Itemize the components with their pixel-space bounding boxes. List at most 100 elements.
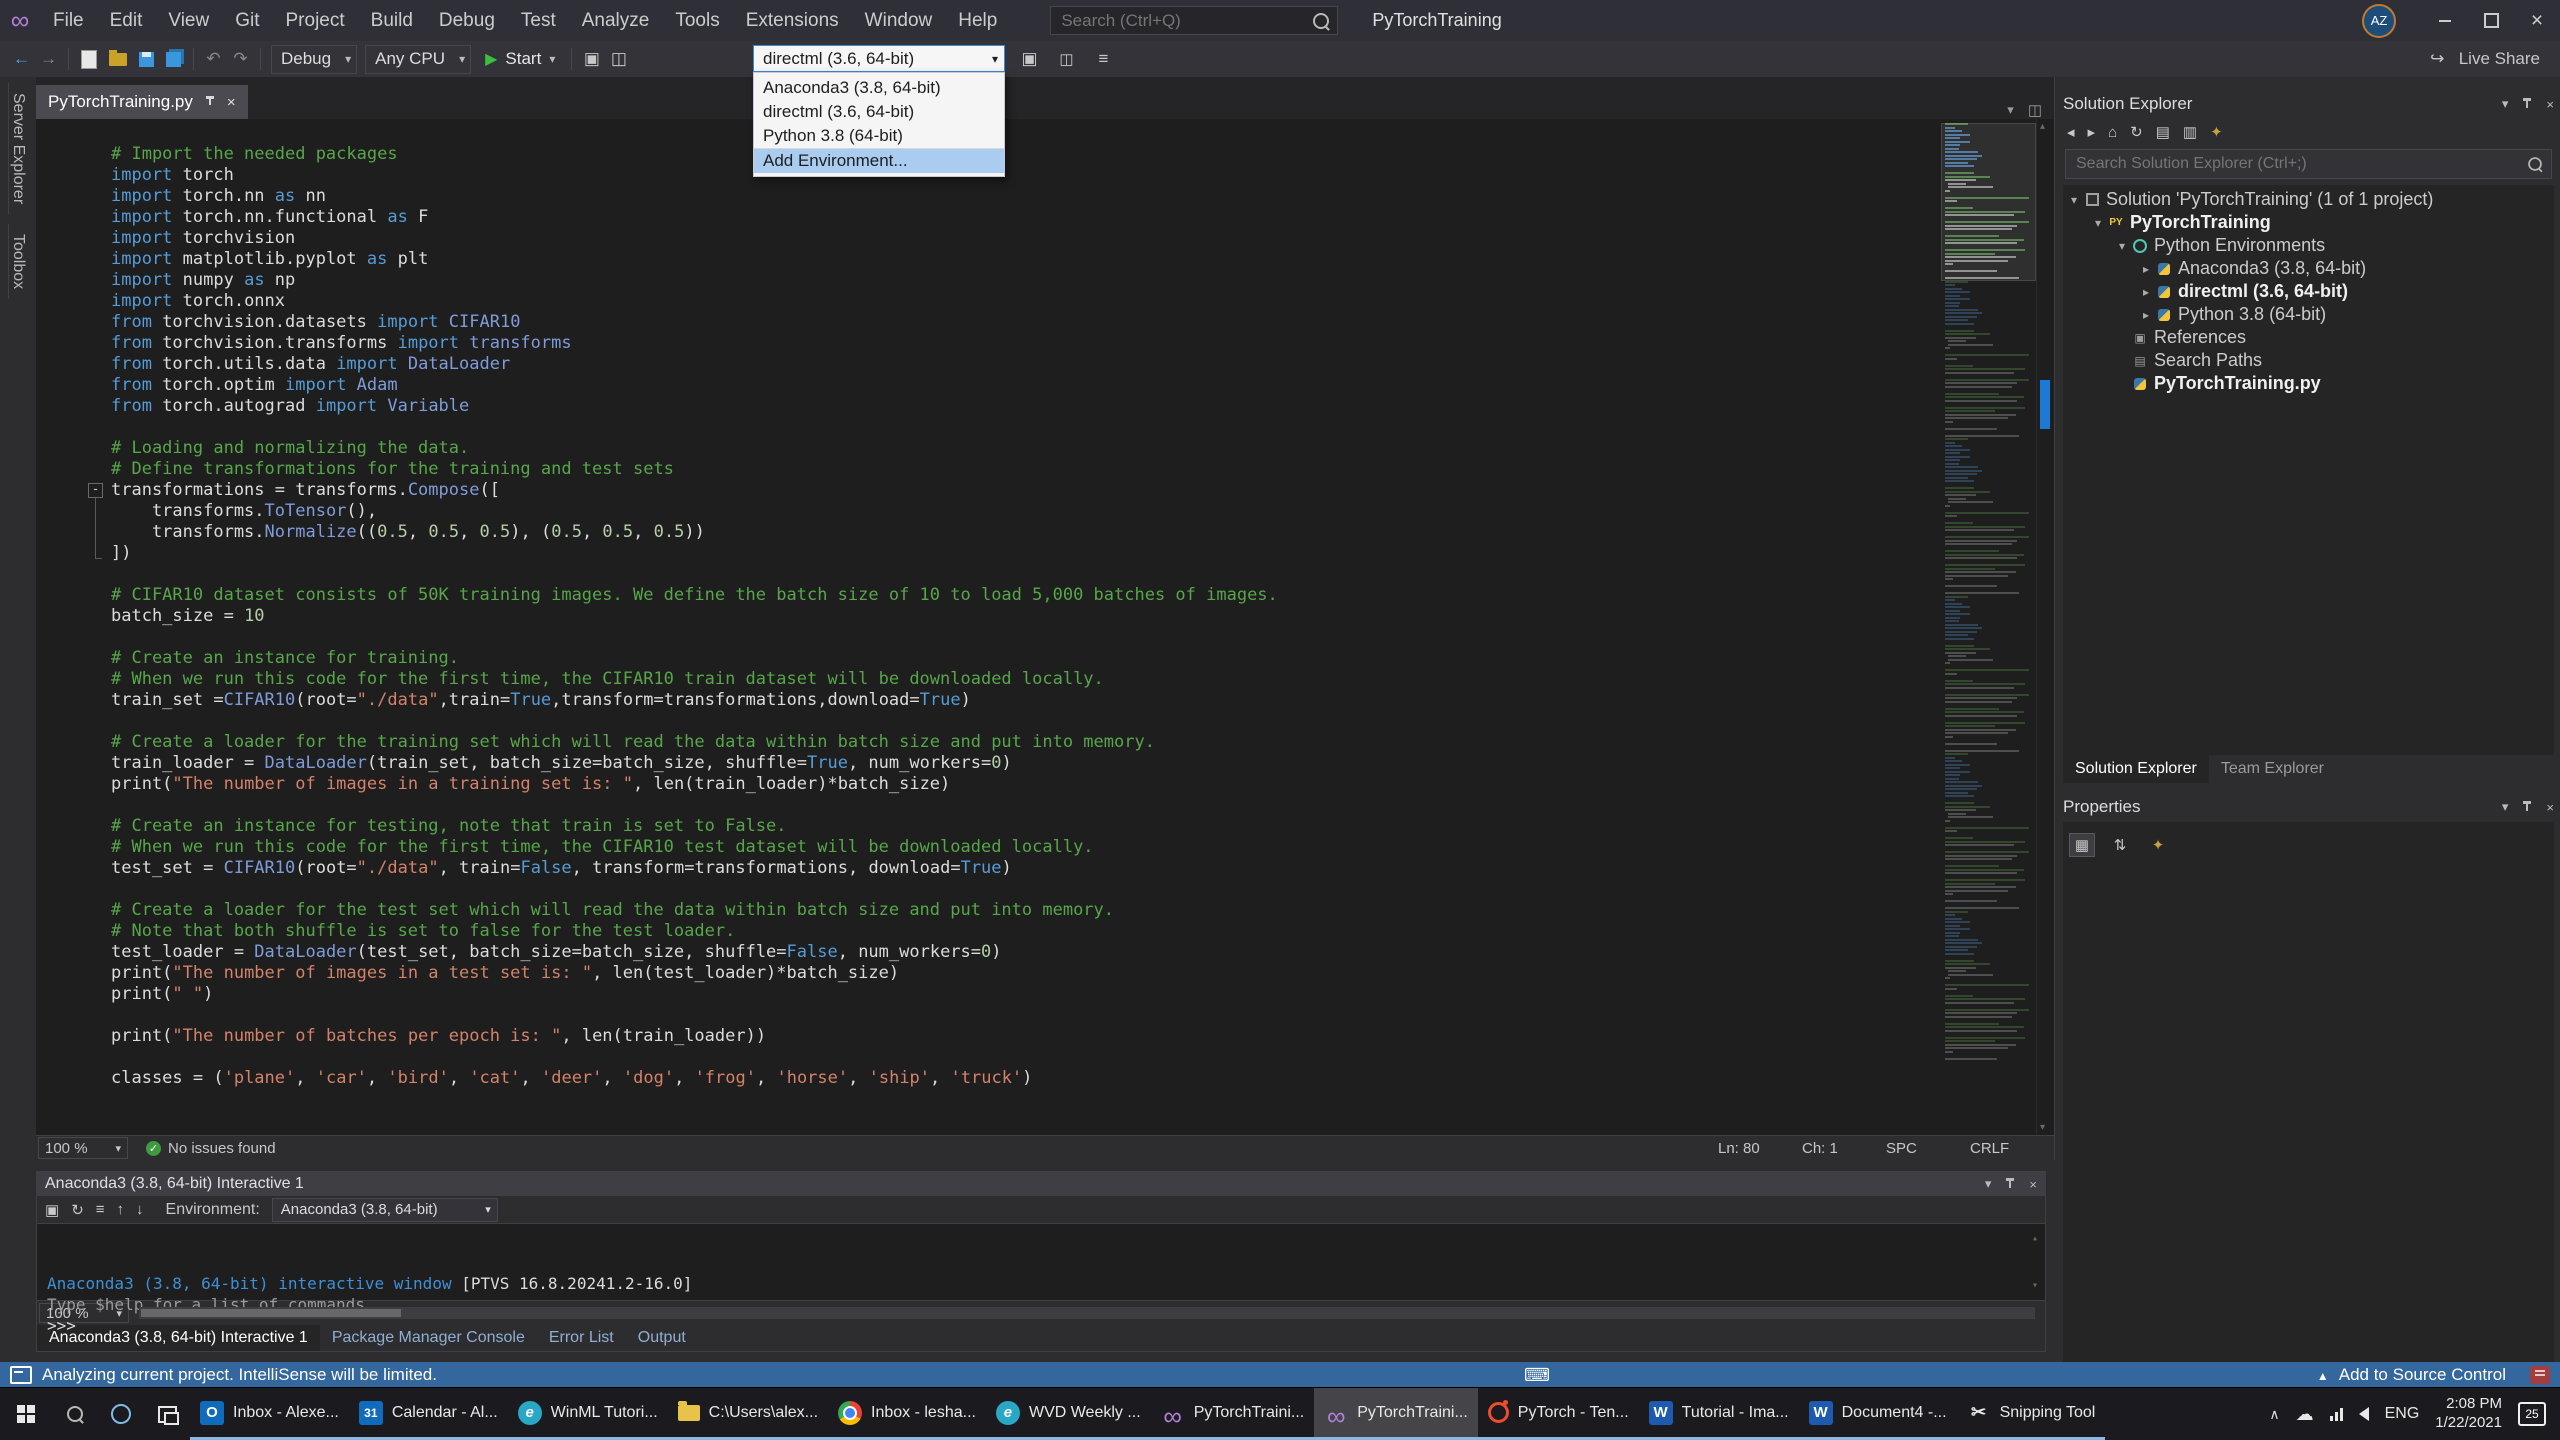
- reset-repl-icon[interactable]: [71, 1201, 84, 1219]
- code-editor[interactable]: # Import the needed packages import torch…: [36, 119, 1941, 1135]
- clock[interactable]: 2:08 PM 1/22/2021: [2435, 1395, 2502, 1433]
- chevron-down-icon[interactable]: [2502, 799, 2509, 815]
- environment-settings-icon[interactable]: [1053, 49, 1080, 69]
- menu-window[interactable]: Window: [852, 0, 946, 41]
- close-icon[interactable]: [2546, 800, 2554, 815]
- editor-scrollbar[interactable]: [2036, 119, 2054, 1135]
- collapsed-icon[interactable]: ▸: [2137, 262, 2155, 276]
- show-hidden-icons-icon[interactable]: [2269, 1406, 2279, 1423]
- start-button[interactable]: [0, 1405, 52, 1423]
- tree-item-references[interactable]: References: [2063, 326, 2554, 349]
- close-button[interactable]: [2514, 0, 2560, 41]
- menu-build[interactable]: Build: [358, 0, 426, 41]
- taskbar-item-inbox-lesha[interactable]: Inbox - lesha...: [828, 1388, 986, 1440]
- expanded-icon[interactable]: ▾: [2089, 216, 2107, 230]
- taskbar-item-calendar-al[interactable]: Calendar - Al...: [348, 1388, 508, 1440]
- menu-debug[interactable]: Debug: [426, 0, 508, 41]
- property-pages-icon[interactable]: [2145, 833, 2171, 857]
- tree-item-pytorchtraining[interactable]: ▾ PyTorchTraining: [2063, 211, 2554, 234]
- fold-toggle-icon[interactable]: -: [88, 483, 103, 498]
- editor-zoom-dropdown[interactable]: 100 %: [38, 1137, 128, 1159]
- live-share-button[interactable]: Live Share: [2424, 45, 2540, 72]
- menu-analyze[interactable]: Analyze: [569, 0, 663, 41]
- taskbar-item-wvd-weekly[interactable]: WVD Weekly ...: [985, 1388, 1151, 1440]
- onedrive-icon[interactable]: [2296, 1404, 2314, 1425]
- interactive-window-titlebar[interactable]: Anaconda3 (3.8, 64-bit) Interactive 1: [37, 1172, 2045, 1196]
- repl-scrollbar[interactable]: [2029, 1228, 2043, 1296]
- task-view-button[interactable]: [144, 1405, 190, 1425]
- active-files-dropdown-icon[interactable]: [2007, 102, 2014, 118]
- menu-project[interactable]: Project: [273, 0, 358, 41]
- action-center-button[interactable]: 25: [2518, 1402, 2546, 1426]
- pin-icon[interactable]: [2005, 1178, 2015, 1190]
- env-option-directml-3-6-64-bit[interactable]: directml (3.6, 64-bit): [754, 100, 1004, 124]
- undo-icon[interactable]: [200, 49, 227, 69]
- pin-icon[interactable]: [2522, 98, 2532, 110]
- interactive-window-icon[interactable]: [45, 1201, 59, 1219]
- new-file-icon[interactable]: [81, 49, 97, 69]
- maximize-button[interactable]: [2468, 0, 2514, 41]
- repl-output[interactable]: Anaconda3 (3.8, 64-bit) interactive wind…: [37, 1224, 2045, 1335]
- close-icon[interactable]: [2546, 97, 2554, 112]
- list-icon[interactable]: [1090, 49, 1117, 69]
- env-option-python-3-8-64-bit[interactable]: Python 3.8 (64-bit): [754, 124, 1004, 148]
- quick-search-input[interactable]: [1059, 9, 1314, 32]
- attach-icon[interactable]: [578, 49, 605, 69]
- taskbar-item-inbox-alexe[interactable]: Inbox - Alexe...: [190, 1388, 349, 1440]
- menu-edit[interactable]: Edit: [97, 0, 156, 41]
- repl-horizontal-scrollbar[interactable]: [139, 1307, 2035, 1319]
- close-tab-icon[interactable]: [227, 94, 236, 111]
- history-next-icon[interactable]: [136, 1201, 144, 1218]
- expanded-icon[interactable]: ▾: [2113, 239, 2131, 253]
- menu-view[interactable]: View: [155, 0, 222, 41]
- interactive-environment-dropdown[interactable]: Anaconda3 (3.8, 64-bit): [271, 1197, 498, 1222]
- env-option-anaconda3-3-8-64-bit[interactable]: Anaconda3 (3.8, 64-bit): [754, 76, 1004, 100]
- open-folder-icon[interactable]: [109, 49, 127, 66]
- python-environment-dropdown[interactable]: directml (3.6, 64-bit): [753, 45, 1005, 72]
- tree-item-anaconda3-3-8-64-bit[interactable]: ▸ Anaconda3 (3.8, 64-bit): [2063, 257, 2554, 280]
- history-previous-icon[interactable]: [117, 1201, 125, 1218]
- tree-item-solution-pytorchtraining-1-of-1-project[interactable]: ▾ Solution 'PyTorchTraining' (1 of 1 proj…: [2063, 188, 2554, 211]
- show-all-files-icon[interactable]: [2156, 123, 2170, 141]
- expanded-icon[interactable]: ▾: [2065, 193, 2083, 207]
- navigate-back-icon[interactable]: [8, 49, 35, 69]
- scroll-up-icon[interactable]: [2032, 1228, 2038, 1249]
- taskbar-item-pytorch-ten[interactable]: PyTorch - Ten...: [1477, 1388, 1639, 1440]
- back-icon[interactable]: [2067, 123, 2075, 141]
- alphabetical-icon[interactable]: [2107, 833, 2133, 857]
- properties-wrench-icon[interactable]: [2210, 123, 2223, 141]
- pin-icon[interactable]: [2522, 801, 2532, 813]
- tree-item-python-3-8-64-bit[interactable]: ▸ Python 3.8 (64-bit): [2063, 303, 2554, 326]
- scroll-up-icon[interactable]: [2040, 121, 2045, 132]
- network-icon[interactable]: [2329, 1407, 2343, 1421]
- save-icon[interactable]: [139, 51, 154, 67]
- chevron-down-icon[interactable]: [2502, 96, 2509, 112]
- account-avatar[interactable]: AZ: [2362, 3, 2396, 38]
- categorized-icon[interactable]: [2069, 833, 2095, 857]
- minimap[interactable]: [1941, 119, 2036, 1135]
- start-debugging-button[interactable]: Start: [475, 49, 565, 69]
- chevron-down-icon[interactable]: [1985, 1176, 1992, 1192]
- quick-search-box[interactable]: [1050, 6, 1339, 35]
- home-icon[interactable]: [2108, 124, 2117, 141]
- taskbar-item-pytorchtraini[interactable]: PyTorchTraini...: [1314, 1388, 1478, 1440]
- taskbar-item-snipping-tool[interactable]: Snipping Tool: [1956, 1388, 2106, 1440]
- taskbar-item-document4[interactable]: Document4 -...: [1798, 1388, 1957, 1440]
- add-to-source-control-button[interactable]: Add to Source Control: [2339, 1365, 2506, 1385]
- redo-icon[interactable]: [227, 49, 254, 69]
- tree-item-directml-3-6-64-bit[interactable]: ▸ directml (3.6, 64-bit): [2063, 280, 2554, 303]
- solution-explorer-search-box[interactable]: [2065, 149, 2552, 179]
- language-indicator[interactable]: ENG: [2385, 1405, 2420, 1423]
- side-tab-server-explorer[interactable]: Server Explorer: [8, 83, 27, 215]
- menu-help[interactable]: Help: [945, 0, 1010, 41]
- taskbar-item-winml-tutori[interactable]: WinML Tutori...: [507, 1388, 668, 1440]
- collapsed-icon[interactable]: ▸: [2137, 308, 2155, 322]
- refresh-icon[interactable]: [2130, 123, 2143, 141]
- volume-icon[interactable]: [2359, 1407, 2369, 1421]
- tab-solution-explorer[interactable]: Solution Explorer: [2063, 755, 2209, 783]
- tab-team-explorer[interactable]: Team Explorer: [2209, 755, 2336, 783]
- taskbar-item-c-users-alex[interactable]: C:\Users\alex...: [667, 1388, 829, 1440]
- collapsed-icon[interactable]: ▸: [2137, 285, 2155, 299]
- collapse-all-icon[interactable]: [2183, 123, 2197, 141]
- side-tab-toolbox[interactable]: Toolbox: [8, 224, 27, 300]
